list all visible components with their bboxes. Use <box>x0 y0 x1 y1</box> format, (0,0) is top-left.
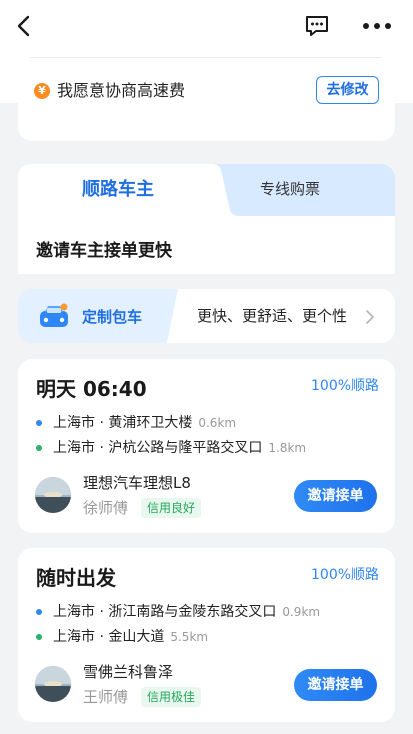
chat-bubble-icon[interactable] <box>304 14 330 38</box>
trip-time: 明天 06:40 <box>36 377 147 401</box>
origin-dot <box>36 609 42 615</box>
more-dots-icon[interactable] <box>362 18 392 34</box>
destination-dot <box>36 634 42 640</box>
car-icon <box>40 303 68 327</box>
driver-name: 王师傅 <box>83 688 129 706</box>
destination-dot <box>36 445 42 451</box>
tab-line-ticket[interactable]: 专线购票 <box>225 178 355 200</box>
charter-description: 更快、更舒适、更个性 <box>197 307 348 325</box>
avatar <box>35 666 71 702</box>
origin-location: 上海市 · 黄浦环卫大楼 0.6km <box>53 415 237 431</box>
origin-location: 上海市 · 浙江南路与金陵东路交叉口 0.9km <box>53 604 321 620</box>
car-model: 雪佛兰科鲁泽 <box>83 663 174 681</box>
chevron-left-icon[interactable] <box>12 14 36 38</box>
avatar <box>35 477 71 513</box>
destination-location: 上海市 · 金山大道 5.5km <box>53 629 209 645</box>
charter-label: 定制包车 <box>82 308 143 326</box>
modify-button[interactable]: 去修改 <box>316 76 379 104</box>
credit-badge: 信用极佳 <box>141 687 202 707</box>
section-title: 邀请车主接单更快 <box>36 241 172 261</box>
toll-fee-text: 我愿意协商高速费 <box>57 81 186 100</box>
origin-dot <box>36 420 42 426</box>
driver-name: 徐师傅 <box>83 499 129 517</box>
invite-accept-button[interactable]: 邀请接单 <box>294 669 377 701</box>
destination-location: 上海市 · 沪杭公路与隆平路交叉口 1.8km <box>53 440 307 456</box>
car-model: 理想汽车理想L8 <box>83 474 191 492</box>
route-match: 100%顺路 <box>311 378 380 394</box>
route-match: 100%顺路 <box>311 567 380 583</box>
yuan-icon: ¥ <box>34 83 50 99</box>
credit-badge: 信用良好 <box>141 498 202 518</box>
trip-time: 随时出发 <box>36 566 116 590</box>
chevron-right-icon <box>366 310 374 324</box>
divider <box>30 57 382 58</box>
tab-shunlu-driver[interactable]: 顺路车主 <box>18 178 218 202</box>
invite-accept-button[interactable]: 邀请接单 <box>294 480 377 512</box>
